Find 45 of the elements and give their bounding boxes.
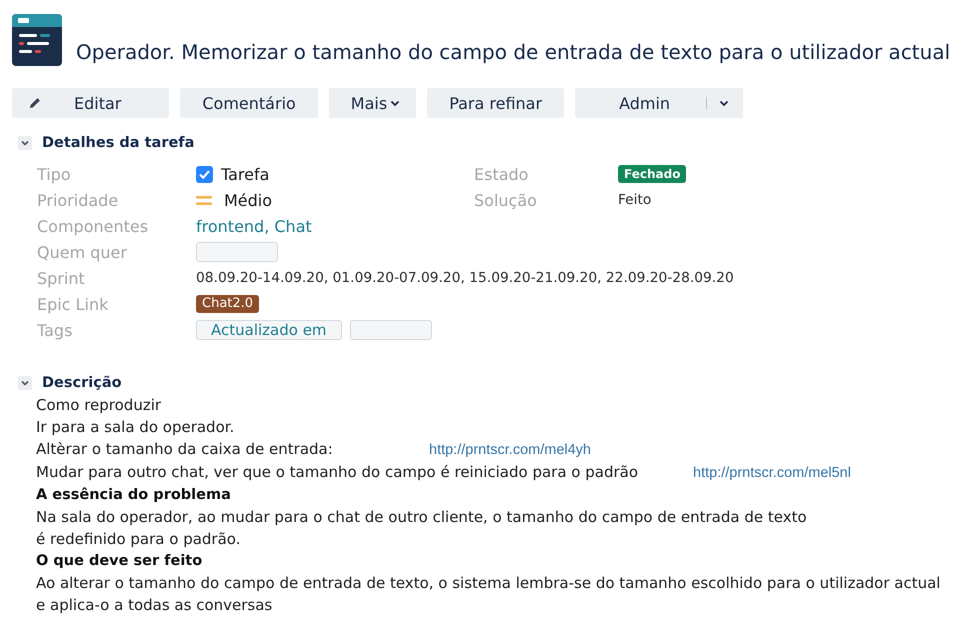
description-line: Na sala do operador, ao mudar para o chat de outro cliente, o tamanho do campo de entrada de texto — [36, 507, 808, 528]
field-label: Prioridade — [37, 190, 120, 210]
description-heading: O que deve ser feito — [36, 552, 204, 571]
description-line: Como reproduzir — [36, 395, 162, 416]
caret-down-icon — [390, 100, 400, 106]
pencil-icon — [28, 96, 42, 110]
field-value: Médio — [224, 190, 272, 210]
component-links[interactable]: frontend, Chat — [196, 216, 312, 236]
description-line: é redefinido para o padrão. — [36, 529, 242, 550]
caret-down-icon — [719, 100, 730, 106]
section-title: Descrição — [42, 374, 122, 393]
field-label: Quem quer — [37, 242, 128, 262]
field-label: Tipo — [37, 164, 72, 184]
app-logo-icon — [12, 14, 62, 66]
toolbar-button[interactable]: Para refinar — [427, 88, 564, 118]
epic-lozenge[interactable]: Chat2.0 — [196, 295, 260, 313]
description-line: Mudar para outro chat, ver que o tamanho do campo é reiniciado para o padrão — [36, 462, 640, 483]
section-title: Detalhes da tarefa — [42, 134, 194, 153]
status-lozenge: Fechado — [618, 165, 686, 183]
field-value: Tarefa — [221, 164, 270, 184]
description-line: e aplica-o a todas as conversas — [36, 595, 274, 616]
field-label: Sprint — [37, 268, 86, 288]
field-label: Componentes — [37, 216, 150, 236]
field-label: Tags — [37, 320, 74, 340]
field-label: Epic Link — [37, 294, 110, 314]
tag-chip[interactable]: Actualizado em — [196, 320, 342, 340]
priority-medium-icon — [196, 196, 212, 204]
description-line: Ir para a sala do operador. — [36, 417, 236, 438]
chevron-icon[interactable] — [18, 136, 32, 150]
screenshot-link[interactable]: http://prntscr.com/mel5nl — [693, 462, 851, 484]
edit-button[interactable]: Editar — [12, 88, 170, 118]
toolbar-button[interactable]: Comentário — [180, 88, 318, 118]
field-value: Feito — [618, 192, 652, 208]
split-button[interactable]: Admin — [575, 88, 744, 118]
field-label: Estado — [474, 164, 530, 184]
field-label: Solução — [474, 190, 538, 210]
description-heading: A essência do problema — [36, 486, 232, 505]
issue-title: Operador. Memorizar o tamanho do campo de entrada de texto para o utilizador actual — [76, 39, 950, 65]
description-line: Altèrar o tamanho da caixa de entrada: — [36, 439, 334, 460]
description-line: Ao alterar o tamanho do campo de entrada de texto, o sistema lembra-se do tamanho escolhido para o utilizador actual — [36, 573, 942, 594]
screenshot-link[interactable]: http://prntscr.com/mel4yh — [429, 439, 591, 461]
task-type-icon — [196, 166, 213, 182]
chevron-icon[interactable] — [18, 376, 32, 390]
field-value: 08.09.20-14.09.20, 01.09.20-07.09.20, 15.09.20-21.09.20, 22.09.20-28.09.20 — [196, 270, 734, 286]
dropdown-button[interactable]: Mais — [328, 88, 416, 118]
